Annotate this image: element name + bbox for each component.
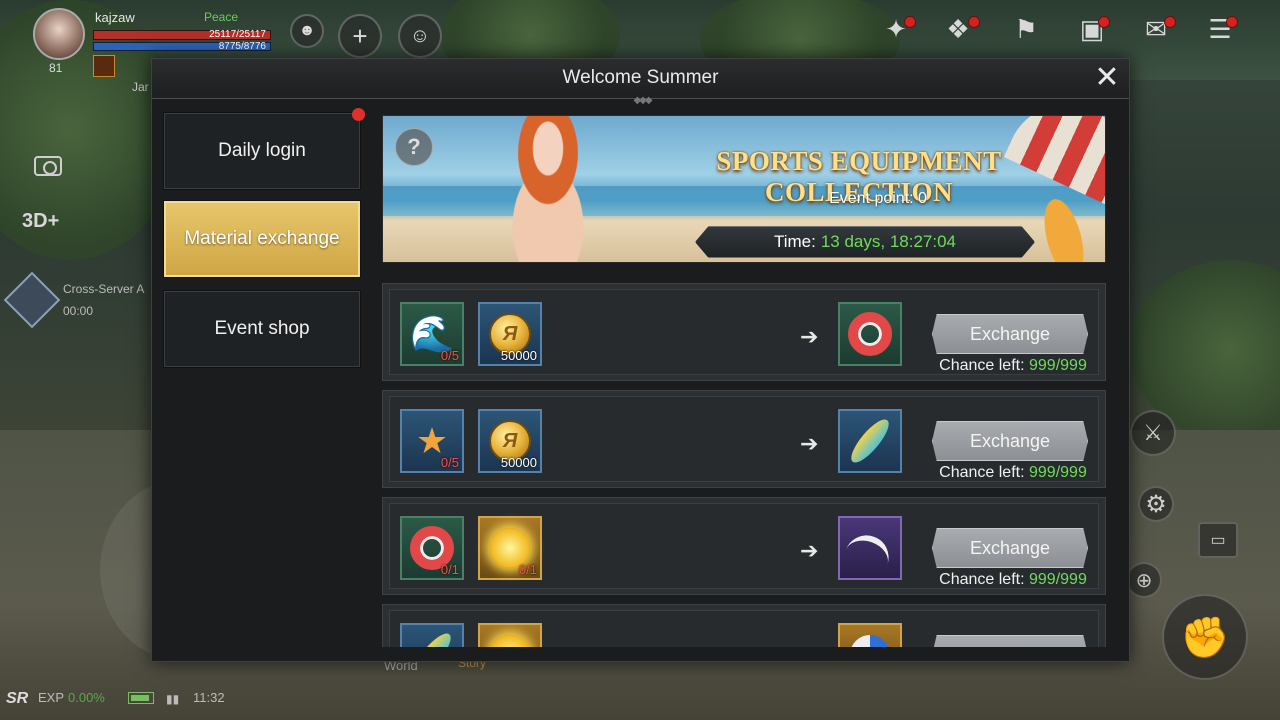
- parasail-glyph: [840, 518, 900, 578]
- item-count: 0/5: [440, 348, 459, 363]
- notification-dot: [968, 16, 980, 28]
- gear-icon[interactable]: ⚙: [1138, 486, 1174, 522]
- target-icon[interactable]: ⊕: [1126, 562, 1162, 598]
- chance-label: Chance left:: [939, 357, 1025, 374]
- coin-icon[interactable]: Я 50000: [478, 409, 542, 473]
- chance-left: Chance left: 999/999: [928, 571, 1098, 589]
- exchange-button[interactable]: Exchange: [932, 421, 1088, 461]
- surfboard-glyph: [402, 625, 462, 647]
- attack-fist-button[interactable]: ✊: [1162, 594, 1248, 680]
- chance-left: Chance left: 999/999: [928, 464, 1098, 482]
- surfboard-icon[interactable]: [400, 623, 464, 647]
- chance-value: 999/999: [1029, 571, 1087, 588]
- item-count: 0/1: [518, 562, 537, 577]
- exchange-button[interactable]: Exchange: [932, 528, 1088, 568]
- exchange-row: ➔ Exchange: [380, 602, 1108, 647]
- arrow-right-icon: ➔: [800, 324, 819, 349]
- buff-icon[interactable]: [93, 55, 115, 77]
- player-level: 81: [49, 61, 63, 75]
- beach-ball-icon[interactable]: [838, 623, 902, 647]
- mp-text: 8775/8776: [218, 41, 266, 52]
- mp-bar: 8775/8776: [93, 41, 271, 52]
- view-3d-label[interactable]: 3D+: [22, 210, 59, 233]
- item-count: 50000: [500, 348, 537, 363]
- arrow-right-icon: ➔: [800, 538, 819, 563]
- hp-text: 25117/25117: [209, 29, 266, 40]
- exp-value: 0.00%: [68, 690, 105, 705]
- chance-left: Chance left: 999/999: [928, 357, 1098, 375]
- parasail-icon[interactable]: [838, 516, 902, 580]
- item-count: 0/5: [440, 455, 459, 470]
- chance-label: Chance left:: [939, 464, 1025, 481]
- player-avatar[interactable]: [33, 8, 85, 60]
- exchange-row: 0/1 0/1 ➔ Exchange Chance left: 999/999: [380, 495, 1108, 597]
- signal-icon: ▮▮: [166, 692, 180, 706]
- sun-glyph: [480, 625, 540, 647]
- chance-value: 999/999: [1029, 357, 1087, 374]
- starfish-icon[interactable]: ★ 0/5: [400, 409, 464, 473]
- notification-dot: [1226, 16, 1238, 28]
- exchange-row: ★ 0/5 Я 50000 ➔ Exchange Chance left: 99…: [380, 388, 1108, 490]
- player-name: kajzaw: [95, 10, 135, 25]
- wave-icon[interactable]: 🌊 0/5: [400, 302, 464, 366]
- surfboard-icon[interactable]: [838, 409, 902, 473]
- hp-bar: 25117/25117: [93, 29, 271, 40]
- surfboard-glyph: [840, 411, 900, 471]
- skill-button[interactable]: ⚔: [1130, 410, 1176, 456]
- beach-ball-glyph: [840, 625, 900, 647]
- notification-dot: [1098, 16, 1110, 28]
- notification-dot: [904, 16, 916, 28]
- guild-icon[interactable]: ⚑: [1006, 14, 1046, 48]
- cross-server-timer: 00:00: [63, 304, 94, 318]
- arrow-right-icon: ➔: [800, 431, 819, 456]
- chance-value: 999/999: [1029, 464, 1087, 481]
- sun-icon[interactable]: 0/1: [478, 516, 542, 580]
- swim-ring-icon[interactable]: 0/1: [400, 516, 464, 580]
- pet-icon[interactable]: ☻: [290, 14, 324, 48]
- row-panel: ➔ Exchange: [389, 610, 1099, 647]
- exp-label: EXP: [38, 690, 65, 705]
- swim-ring-icon[interactable]: [838, 302, 902, 366]
- coin-icon[interactable]: Я 50000: [478, 302, 542, 366]
- exchange-button[interactable]: Exchange: [932, 314, 1088, 354]
- side-label: Jar: [132, 80, 149, 94]
- item-count: 50000: [500, 455, 537, 470]
- arrow-right-icon: ➔: [800, 645, 818, 647]
- event-modal: Welcome Summer ◆◆◆ ✕ Daily login Materia…: [151, 58, 1130, 662]
- row-panel: ★ 0/5 Я 50000 ➔ Exchange Chance left: 99…: [389, 396, 1099, 482]
- chance-label: Chance left:: [939, 571, 1025, 588]
- swim-ring-glyph: [840, 304, 900, 364]
- companion-avatar-icon[interactable]: ☺: [398, 14, 442, 58]
- item-count: 0/1: [440, 562, 459, 577]
- clock: 11:32: [193, 690, 225, 705]
- camera-icon[interactable]: [34, 156, 62, 176]
- sun-icon[interactable]: [478, 623, 542, 647]
- cross-server-label: Cross-Server A: [63, 282, 145, 296]
- exchange-button[interactable]: Exchange: [932, 635, 1088, 647]
- row-panel: 0/1 0/1 ➔ Exchange Chance left: 999/999: [389, 503, 1099, 589]
- status-bar: EXP 0.00% ▮▮ 11:32: [0, 688, 300, 712]
- battery-icon: [128, 692, 154, 704]
- add-icon[interactable]: +: [338, 14, 382, 58]
- screen-icon[interactable]: ▭: [1198, 522, 1238, 558]
- notification-dot: [1164, 16, 1176, 28]
- row-panel: 🌊 0/5 Я 50000 ➔ Exchange Chance left: 99…: [389, 289, 1099, 375]
- exchange-row: 🌊 0/5 Я 50000 ➔ Exchange Chance left: 99…: [380, 281, 1108, 383]
- pk-mode-label[interactable]: Peace: [204, 10, 238, 24]
- exchange-list[interactable]: 🌊 0/5 Я 50000 ➔ Exchange Chance left: 99…: [152, 59, 1131, 647]
